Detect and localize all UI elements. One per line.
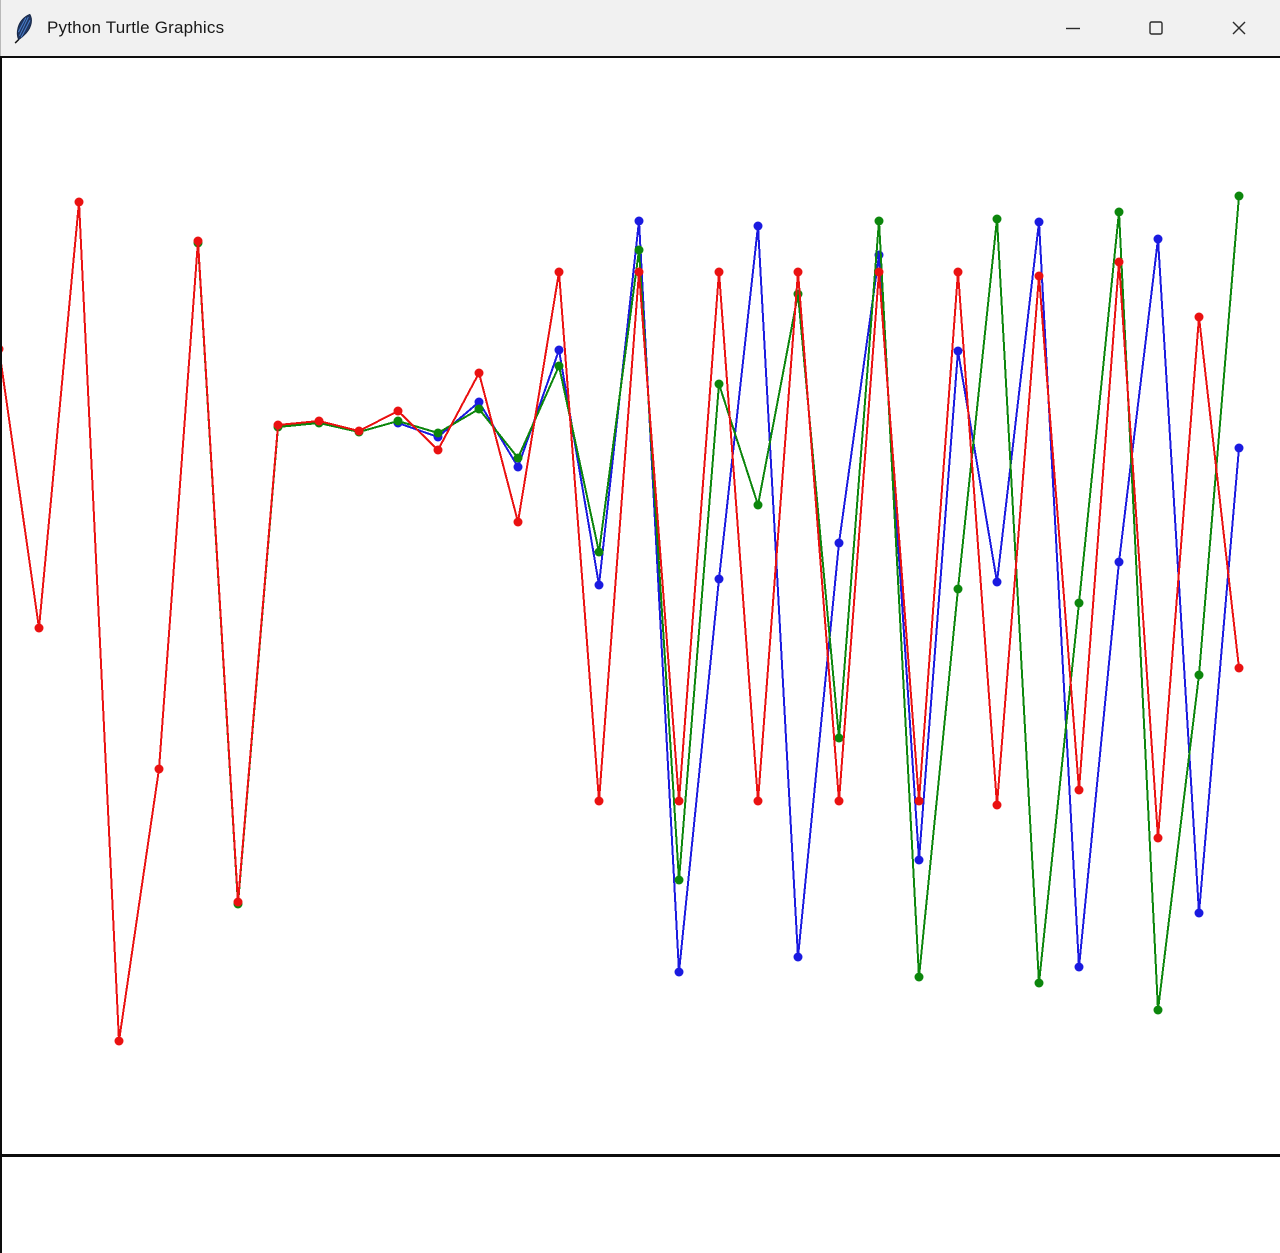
red-data-point (234, 898, 243, 907)
maximize-button[interactable] (1114, 0, 1197, 56)
red-data-point (434, 446, 443, 455)
canvas-area (0, 56, 1280, 1253)
red-data-point (1154, 834, 1163, 843)
blue-data-point (675, 968, 684, 977)
blue-data-point (835, 539, 844, 548)
green-data-point (675, 876, 684, 885)
green-data-point (875, 217, 884, 226)
blue-data-point (1235, 444, 1244, 453)
red-data-point (75, 198, 84, 207)
red-data-point (1235, 664, 1244, 673)
red-data-point (794, 268, 803, 277)
green-data-point (915, 973, 924, 982)
green-data-point (835, 734, 844, 743)
red-data-point (595, 797, 604, 806)
red-data-point (1115, 258, 1124, 267)
red-data-point (315, 417, 324, 426)
close-button[interactable] (1197, 0, 1280, 56)
red-data-point (2, 345, 4, 354)
green-data-point (993, 215, 1002, 224)
python-feather-icon (12, 13, 34, 44)
red-data-point (1195, 313, 1204, 322)
red-data-point (835, 797, 844, 806)
red-data-point (954, 268, 963, 277)
red-data-point (875, 268, 884, 277)
red-data-point (35, 624, 44, 633)
red-series (2, 198, 1244, 1046)
blue-data-point (595, 581, 604, 590)
green-data-point (1035, 979, 1044, 988)
red-data-point (675, 797, 684, 806)
red-data-point (274, 421, 283, 430)
red-data-point (475, 369, 484, 378)
blue-data-point (794, 953, 803, 962)
blue-data-point (915, 856, 924, 865)
blue-data-point (555, 346, 564, 355)
red-data-point (715, 268, 724, 277)
red-data-point (754, 797, 763, 806)
app-window: { "window": { "title": "Python Turtle Gr… (0, 0, 1280, 1253)
green-data-point (1075, 599, 1084, 608)
green-data-point (475, 405, 484, 414)
close-icon (1231, 20, 1247, 36)
green-data-point (394, 417, 403, 426)
red-data-point (1035, 272, 1044, 281)
green-data-point (434, 429, 443, 438)
minimize-button[interactable] (1031, 0, 1114, 56)
red-data-point (155, 765, 164, 774)
green-data-point (715, 380, 724, 389)
blue-series (394, 217, 1244, 977)
title-bar: Python Turtle Graphics (0, 0, 1280, 56)
red-data-point (915, 797, 924, 806)
red-data-point (115, 1037, 124, 1046)
red-data-point (635, 268, 644, 277)
red-data-point (394, 407, 403, 416)
blue-data-point (993, 578, 1002, 587)
blue-data-point (635, 217, 644, 226)
blue-data-point (1154, 235, 1163, 244)
red-data-point (355, 427, 364, 436)
green-data-point (1154, 1006, 1163, 1015)
red-data-point (993, 801, 1002, 810)
window-title: Python Turtle Graphics (47, 18, 224, 38)
green-data-point (635, 246, 644, 255)
maximize-icon (1148, 20, 1164, 36)
green-data-point (555, 362, 564, 371)
green-data-point (1115, 208, 1124, 217)
blue-data-point (1115, 558, 1124, 567)
green-data-point (754, 501, 763, 510)
blue-data-point (1195, 909, 1204, 918)
red-data-point (555, 268, 564, 277)
red-data-point (514, 518, 523, 527)
window-controls (1031, 0, 1280, 56)
blue-data-point (1075, 963, 1084, 972)
minimize-icon (1065, 20, 1081, 36)
blue-data-point (514, 463, 523, 472)
canvas-bottom-line (2, 1154, 1280, 1157)
blue-data-point (954, 347, 963, 356)
green-data-point (1235, 192, 1244, 201)
blue-data-point (1035, 218, 1044, 227)
red-data-point (1075, 786, 1084, 795)
green-data-point (595, 548, 604, 557)
green-data-point (954, 585, 963, 594)
green-data-point (514, 454, 523, 463)
blue-data-point (715, 575, 724, 584)
green-data-point (1195, 671, 1204, 680)
green-data-point (794, 290, 803, 299)
blue-data-point (754, 222, 763, 231)
turtle-canvas-svg (2, 58, 1280, 1253)
red-data-point (194, 237, 203, 246)
